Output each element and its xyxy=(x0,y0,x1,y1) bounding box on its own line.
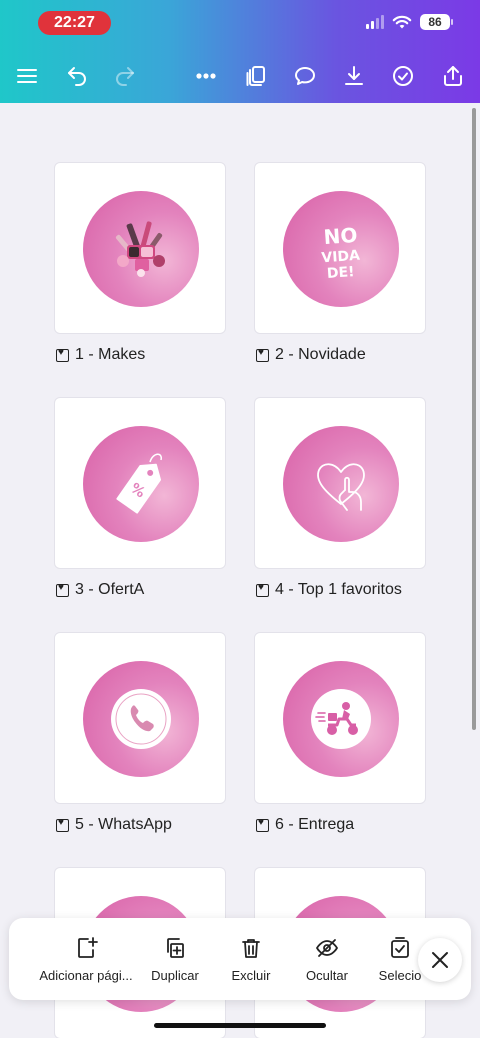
page-title: 4 - Top 1 favoritos xyxy=(275,581,402,598)
svg-text:DE!: DE! xyxy=(326,264,355,282)
comment-icon[interactable] xyxy=(285,56,325,96)
duplicate-icon xyxy=(167,937,184,958)
price-tag-icon: % xyxy=(116,453,162,514)
novidade-lettering-icon: NO VIDA DE! xyxy=(321,223,361,282)
check-icon[interactable] xyxy=(383,56,423,96)
page-heart-icon xyxy=(56,347,69,362)
add-page-icon xyxy=(78,936,98,958)
page-title: 1 - Makes xyxy=(75,346,146,363)
eye-off-icon xyxy=(316,938,338,957)
close-icon xyxy=(432,952,448,968)
page-label-5: 5 - WhatsApp xyxy=(56,816,172,834)
duplicate-label: Duplicar xyxy=(151,967,199,983)
highlight-cover-2: NO VIDA DE! xyxy=(283,191,399,307)
more-icon[interactable] xyxy=(186,56,226,96)
page-title: 6 - Entrega xyxy=(275,816,355,833)
highlight-cover-3: % xyxy=(83,426,199,542)
highlight-cover-6 xyxy=(283,661,399,777)
home-indicator xyxy=(154,1023,326,1028)
highlight-cover-1 xyxy=(83,191,199,307)
status-time: 22:27 xyxy=(38,11,111,35)
duplicate-button[interactable]: Duplicar xyxy=(145,918,205,1000)
page-heart-icon xyxy=(56,582,69,597)
select-icon xyxy=(391,936,409,958)
pages-icon[interactable] xyxy=(236,56,276,96)
page-thumbnail-6[interactable] xyxy=(254,632,426,804)
highlight-cover-5 xyxy=(83,661,199,777)
page-thumbnail-2[interactable]: NO VIDA DE! xyxy=(254,162,426,334)
svg-text:VIDA: VIDA xyxy=(321,248,361,267)
delete-label: Excluir xyxy=(231,967,271,983)
delete-button[interactable]: Excluir xyxy=(221,918,281,1000)
page-thumbnail-1[interactable] xyxy=(54,162,226,334)
svg-text:NO: NO xyxy=(323,223,358,249)
wifi-icon xyxy=(392,15,412,29)
redo-icon[interactable] xyxy=(105,56,145,96)
page-label-3: 3 - OfertA xyxy=(56,581,144,599)
page-thumbnail-5[interactable] xyxy=(54,632,226,804)
add-page-label: Adicionar pági... xyxy=(39,967,133,983)
makeup-collage-icon xyxy=(115,221,165,277)
page-heart-icon xyxy=(256,582,269,597)
hide-label: Ocultar xyxy=(306,967,348,983)
undo-icon[interactable] xyxy=(57,56,97,96)
page-label-2: 2 - Novidade xyxy=(256,346,366,364)
page-thumbnail-3[interactable]: % xyxy=(54,397,226,569)
add-page-button[interactable]: Adicionar pági... xyxy=(23,918,149,1000)
phone-icon xyxy=(111,689,171,749)
delivery-scooter-icon xyxy=(311,689,371,749)
page-label-4: 4 - Top 1 favoritos xyxy=(256,581,402,599)
signal-icon xyxy=(366,15,384,29)
pages-grid: 1 - Makes NO VIDA DE! 2 - Novidade % xyxy=(0,103,480,1038)
page-actions-bar: Adicionar pági... Duplicar Excluir Ocult… xyxy=(9,918,471,1000)
trash-icon xyxy=(242,938,260,958)
share-icon[interactable] xyxy=(433,56,473,96)
page-title: 2 - Novidade xyxy=(275,346,366,363)
close-button[interactable] xyxy=(418,938,462,982)
page-heart-icon xyxy=(256,347,269,362)
page-heart-icon xyxy=(56,817,69,832)
page-heart-icon xyxy=(256,817,269,832)
page-title: 3 - OfertA xyxy=(75,581,145,598)
page-label-6: 6 - Entrega xyxy=(256,816,354,834)
editor-header: 22:27 86 xyxy=(0,0,480,103)
page-label-1: 1 - Makes xyxy=(56,346,145,364)
highlight-cover-4 xyxy=(283,426,399,542)
download-icon[interactable] xyxy=(334,56,374,96)
select-label: Selecio xyxy=(378,967,422,983)
status-indicators: 86 xyxy=(366,14,453,30)
menu-icon[interactable] xyxy=(7,56,47,96)
battery-indicator: 86 xyxy=(420,14,453,30)
hide-button[interactable]: Ocultar xyxy=(297,918,357,1000)
page-title: 5 - WhatsApp xyxy=(75,816,172,833)
vertical-scrollbar[interactable] xyxy=(472,108,476,730)
editor-toolbar xyxy=(0,56,480,96)
page-thumbnail-4[interactable] xyxy=(254,397,426,569)
heart-hand-icon xyxy=(317,463,365,511)
